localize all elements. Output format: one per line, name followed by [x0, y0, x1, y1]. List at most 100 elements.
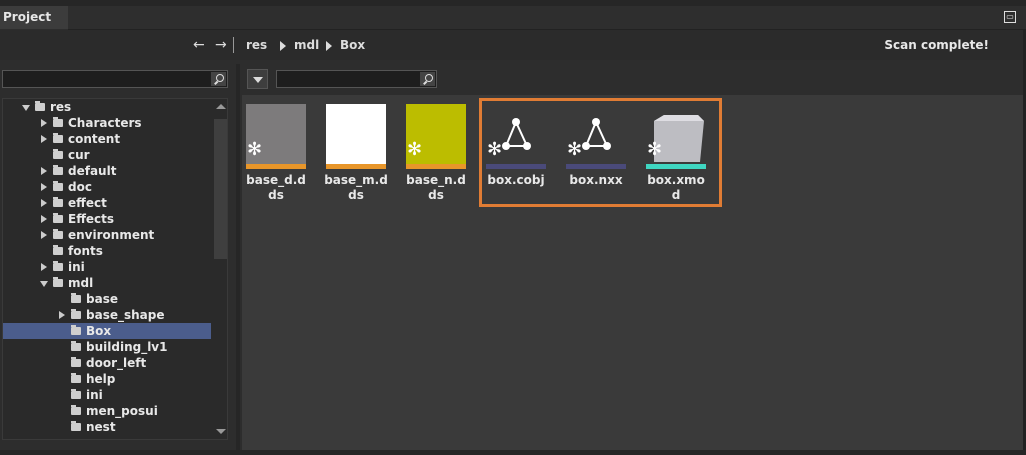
- arrow-left-icon[interactable]: ←: [193, 37, 205, 53]
- tree-item[interactable]: door_left: [3, 355, 211, 371]
- tree-item-label: fonts: [68, 244, 103, 258]
- breadcrumb-chevron-icon: [280, 41, 286, 51]
- folder-tree: res Characters content cur default doc effect E…: [2, 98, 228, 440]
- tree-item[interactable]: fonts: [3, 243, 211, 259]
- asset-tile[interactable]: ✻ base_m.d ds: [324, 104, 388, 203]
- search-icon[interactable]: [211, 72, 226, 86]
- asterisk-icon: ✻: [407, 139, 423, 160]
- texture-thumbnail: ✻: [326, 104, 386, 164]
- scroll-up-icon[interactable]: [216, 104, 226, 109]
- tree-item[interactable]: Effects: [3, 211, 211, 227]
- tree-search-input[interactable]: [2, 70, 228, 88]
- tree-item-label: base: [86, 292, 118, 306]
- tree-item[interactable]: ini: [3, 259, 211, 275]
- tree-item[interactable]: Box: [3, 323, 211, 339]
- tree-item-label: Characters: [68, 116, 142, 130]
- scan-status: Scan complete!: [884, 38, 989, 52]
- tree-item-label: default: [68, 164, 117, 178]
- expand-right-icon[interactable]: [41, 231, 47, 239]
- folder-icon: [53, 213, 63, 223]
- pin-panel-icon[interactable]: ▭: [1004, 11, 1016, 23]
- expand-right-icon[interactable]: [41, 135, 47, 143]
- toolbar-separator: [233, 37, 234, 53]
- tab-strip: [68, 6, 1026, 30]
- texture-thumbnail: ✻: [406, 104, 466, 164]
- breadcrumb-box[interactable]: Box: [340, 38, 365, 52]
- tree-item[interactable]: men_posui: [3, 403, 211, 419]
- tree-item[interactable]: cur: [3, 147, 211, 163]
- tree-item-label: cur: [68, 148, 90, 162]
- asset-tile[interactable]: ✻ base_d.d ds: [246, 104, 306, 203]
- expand-right-icon[interactable]: [41, 263, 47, 271]
- tree-item-label: Effects: [68, 212, 115, 226]
- tree-item[interactable]: base: [3, 291, 211, 307]
- asset-name: base_m.d ds: [324, 173, 388, 202]
- folder-icon: [53, 197, 63, 207]
- expand-down-icon[interactable]: [22, 105, 30, 111]
- filter-dropdown[interactable]: [247, 69, 268, 89]
- folder-icon: [71, 325, 81, 335]
- breadcrumb-chevron-icon: [326, 41, 332, 51]
- expand-right-icon[interactable]: [41, 119, 47, 127]
- tree-item-label: res: [50, 100, 72, 114]
- panel-splitter[interactable]: [236, 64, 240, 450]
- tree-item[interactable]: res: [3, 99, 211, 115]
- arrow-right-icon[interactable]: →: [215, 37, 227, 53]
- asset-type-bar: [326, 164, 386, 169]
- folder-icon: [71, 309, 81, 319]
- tree-item-label: Box: [86, 324, 112, 338]
- expand-right-icon[interactable]: [41, 215, 47, 223]
- tree-item-label: building_lv1: [86, 340, 168, 354]
- tree-item[interactable]: base_shape: [3, 307, 211, 323]
- search-icon[interactable]: [420, 72, 435, 86]
- tree-item[interactable]: help: [3, 371, 211, 387]
- asset-tile[interactable]: ✻ base_n.d ds: [406, 104, 466, 203]
- tree-item-label: doc: [68, 180, 92, 194]
- tree-item[interactable]: default: [3, 163, 211, 179]
- tree-item[interactable]: Characters: [3, 115, 211, 131]
- tree-scrollbar[interactable]: [213, 99, 227, 439]
- tree-item-label: men_posui: [86, 404, 158, 418]
- folder-icon: [71, 421, 81, 431]
- folder-icon: [71, 373, 81, 383]
- expand-right-icon[interactable]: [41, 183, 47, 191]
- breadcrumb-res[interactable]: res: [246, 38, 267, 52]
- asterisk-icon: ✻: [247, 139, 263, 160]
- expand-down-icon[interactable]: [40, 281, 48, 287]
- folder-icon: [53, 181, 63, 191]
- tree-item[interactable]: environment: [3, 227, 211, 243]
- tree-item-label: effect: [68, 196, 107, 210]
- folder-icon: [53, 133, 63, 143]
- folder-icon: [53, 277, 63, 287]
- scroll-thumb[interactable]: [214, 119, 227, 259]
- expand-right-icon[interactable]: [41, 167, 47, 175]
- folder-icon: [71, 293, 81, 303]
- tree-item-label: ini: [68, 260, 85, 274]
- tree-item-label: help: [86, 372, 116, 386]
- highlight-box: [479, 98, 722, 207]
- tree-item[interactable]: content: [3, 131, 211, 147]
- texture-thumbnail: ✻: [246, 104, 306, 164]
- folder-icon: [53, 149, 63, 159]
- asset-name: base_d.d ds: [246, 173, 306, 202]
- scroll-down-icon[interactable]: [216, 429, 226, 434]
- folder-icon: [53, 165, 63, 175]
- expand-right-icon[interactable]: [59, 311, 65, 319]
- tree-item[interactable]: ini: [3, 387, 211, 403]
- tree-item-label: environment: [68, 228, 155, 242]
- tree-item[interactable]: doc: [3, 179, 211, 195]
- tree-item[interactable]: building_lv1: [3, 339, 211, 355]
- tree-item[interactable]: mdl: [3, 275, 211, 291]
- tree-item[interactable]: effect: [3, 195, 211, 211]
- expand-right-icon[interactable]: [41, 199, 47, 207]
- folder-icon: [71, 389, 81, 399]
- breadcrumb-mdl[interactable]: mdl: [294, 38, 319, 52]
- tree-item-label: base_shape: [86, 308, 165, 322]
- tab-project[interactable]: Project: [0, 6, 68, 29]
- asset-search-input[interactable]: [276, 70, 437, 88]
- asset-name: base_n.d ds: [406, 173, 466, 202]
- toolbar: ← → res mdl Box Scan complete!: [0, 30, 1026, 60]
- bottom-edge: [0, 450, 1026, 455]
- asset-type-bar: [246, 164, 306, 169]
- tree-item[interactable]: nest: [3, 419, 211, 435]
